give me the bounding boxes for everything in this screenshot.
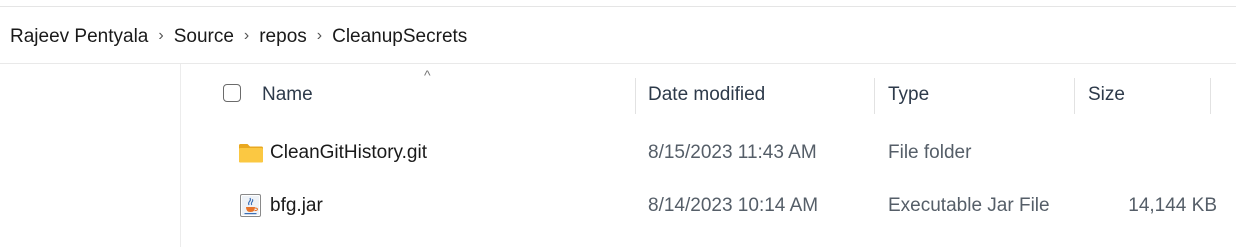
file-type: Executable Jar File bbox=[888, 195, 1050, 216]
column-header-name[interactable]: Name bbox=[262, 84, 313, 106]
top-divider bbox=[0, 6, 1236, 7]
file-row-jar[interactable]: bfg.jar 8/14/2023 10:14 AM Executable Ja… bbox=[181, 181, 1236, 231]
breadcrumb: Rajeev Pentyala › Source › repos › Clean… bbox=[10, 22, 467, 52]
breadcrumb-separator-icon[interactable]: › bbox=[317, 27, 322, 45]
column-resize-handle[interactable] bbox=[1210, 78, 1211, 114]
file-name: CleanGitHistory.git bbox=[270, 142, 427, 163]
column-header-row: ^ Name Date modified Type Size bbox=[181, 64, 1236, 128]
column-resize-handle[interactable] bbox=[874, 78, 875, 114]
file-name: bfg.jar bbox=[270, 195, 323, 216]
breadcrumb-item-current-folder[interactable]: CleanupSecrets bbox=[332, 26, 467, 48]
file-row-folder[interactable]: CleanGitHistory.git 8/15/2023 11:43 AM F… bbox=[181, 128, 1236, 178]
column-header-date-modified[interactable]: Date modified bbox=[648, 84, 765, 106]
breadcrumb-separator-icon[interactable]: › bbox=[158, 27, 163, 45]
column-header-type[interactable]: Type bbox=[888, 84, 929, 106]
file-type: File folder bbox=[888, 142, 972, 163]
column-resize-handle[interactable] bbox=[1074, 78, 1075, 114]
file-date-modified: 8/15/2023 11:43 AM bbox=[648, 142, 817, 163]
breadcrumb-item-user[interactable]: Rajeev Pentyala bbox=[10, 26, 148, 48]
sort-ascending-icon: ^ bbox=[424, 67, 431, 83]
column-header-size[interactable]: Size bbox=[1088, 84, 1125, 106]
column-resize-handle[interactable] bbox=[635, 78, 636, 114]
file-size: 14,144 KB bbox=[1128, 195, 1217, 216]
java-jar-icon bbox=[238, 193, 264, 219]
select-all-checkbox[interactable] bbox=[223, 84, 241, 102]
breadcrumb-item-repos[interactable]: repos bbox=[259, 26, 307, 48]
file-date-modified: 8/14/2023 10:14 AM bbox=[648, 195, 819, 216]
breadcrumb-item-source[interactable]: Source bbox=[174, 26, 234, 48]
folder-icon bbox=[238, 140, 264, 166]
breadcrumb-separator-icon[interactable]: › bbox=[244, 27, 249, 45]
